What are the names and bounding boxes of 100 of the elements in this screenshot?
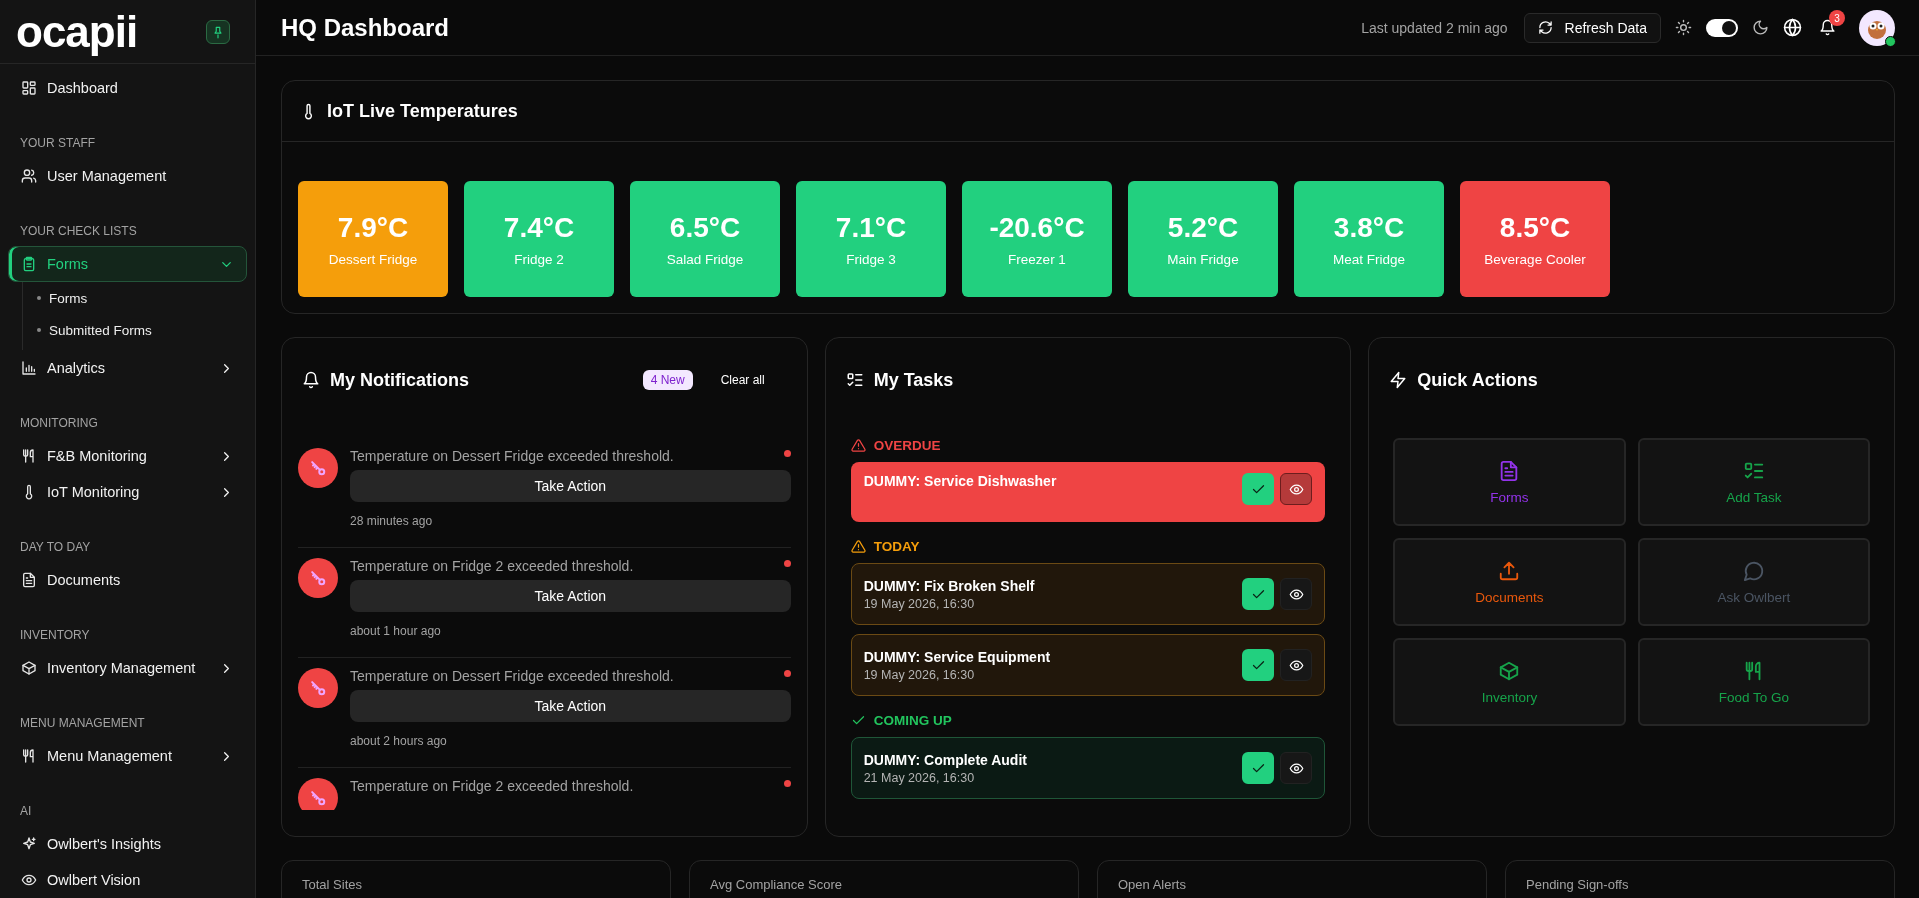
refresh-icon (1537, 20, 1553, 35)
notification-time: about 1 hour ago (350, 624, 442, 638)
notifications-button[interactable]: 3 (1816, 10, 1845, 38)
language-button[interactable] (1783, 18, 1802, 37)
nav-item[interactable]: Forms (8, 246, 247, 282)
quick-action-button[interactable]: Documents (1393, 538, 1626, 626)
card-title: IoT Live Temperatures (327, 100, 518, 122)
card-title: Quick Actions (1417, 369, 1538, 391)
view-button[interactable] (1280, 752, 1313, 784)
nav-subitem[interactable]: Forms (37, 282, 247, 314)
task-due-date: 19 May 2026, 16:30 (863, 667, 976, 682)
take-action-button[interactable]: Take Action (350, 690, 791, 722)
nav-section-heading: INVENTORY (20, 628, 91, 642)
quick-action-button[interactable]: Forms (1393, 438, 1626, 526)
sensor-name: Freezer 1 (1008, 251, 1066, 267)
nav-icon (21, 572, 37, 588)
task-card[interactable]: DUMMY: Service Equipment 19 May 2026, 16:30 (850, 634, 1326, 696)
sensor-name: Beverage Cooler (1484, 251, 1586, 267)
card-title: My Notifications (330, 369, 469, 391)
complete-button[interactable] (1242, 649, 1275, 681)
nav-section-heading: MONITORING (20, 416, 99, 430)
notification-message: Temperature on Dessert Fridge exceeded threshold. (350, 448, 675, 464)
take-action-button[interactable]: Take Action (350, 580, 791, 612)
notification-time: 28 minutes ago (350, 514, 434, 528)
quick-action-button[interactable]: Food To Go (1637, 638, 1870, 726)
task-due-date: 19 May 2026, 16:30 (863, 596, 976, 611)
sensor-tile[interactable]: 8.5°C Beverage Cooler (1460, 181, 1610, 297)
temperature-value: 7.9°C (337, 211, 409, 244)
nav-icon (21, 748, 37, 764)
task-title: DUMMY: Service Dishwasher (863, 473, 1058, 489)
view-button[interactable] (1280, 649, 1313, 681)
refresh-button[interactable]: Refresh Data (1523, 12, 1661, 43)
temperature-value: 7.4°C (503, 211, 575, 244)
task-group-label: OVERDUE (850, 438, 1326, 453)
task-title: DUMMY: Complete Audit (863, 751, 1028, 768)
quick-action-button[interactable]: Add Task (1637, 438, 1870, 526)
nav-item[interactable]: User Management (8, 158, 247, 194)
nav-section-heading: MENU MANAGEMENT (20, 716, 146, 730)
task-group-label: COMING UP (850, 713, 1326, 728)
notification-message: Temperature on Fridge 2 exceeded threshold. (350, 558, 635, 574)
take-action-button[interactable]: Take Action (350, 470, 791, 502)
warning-icon (850, 539, 866, 554)
sensor-name: Fridge 3 (846, 251, 896, 267)
nav-item[interactable]: Owlbert Vision (8, 862, 247, 898)
last-updated-text: Last updated 2 min ago (1361, 19, 1508, 36)
lightning-icon (1389, 371, 1408, 389)
pin-button[interactable] (206, 19, 230, 44)
nav-section-heading: AI (20, 804, 33, 818)
stat-label: Total Sites (302, 877, 362, 892)
notification-message: Temperature on Dessert Fridge exceeded threshold. (350, 668, 675, 684)
nav-item[interactable]: Analytics (8, 350, 247, 386)
view-button[interactable] (1280, 578, 1313, 610)
task-card[interactable]: DUMMY: Service Dishwasher (850, 462, 1326, 522)
nav-item[interactable]: Dashboard (8, 70, 247, 106)
task-due-date: 21 May 2026, 16:30 (863, 770, 976, 785)
eye-icon (1288, 586, 1304, 602)
stat-label: Avg Compliance Score (710, 877, 842, 892)
view-button[interactable] (1280, 473, 1313, 505)
nav-item[interactable]: Documents (8, 562, 247, 598)
clear-all-button[interactable]: Clear all (714, 372, 771, 388)
stat-label: Open Alerts (1118, 877, 1186, 892)
nav-section-heading: YOUR CHECK LISTS (20, 224, 138, 238)
task-card[interactable]: DUMMY: Complete Audit 21 May 2026, 16:30 (850, 737, 1326, 799)
complete-button[interactable] (1242, 578, 1275, 610)
action-icon (1498, 659, 1521, 682)
nav-icon (21, 80, 37, 96)
nav-icon (21, 872, 37, 888)
temperature-value: 7.1°C (835, 211, 907, 244)
temperature-value: 8.5°C (1499, 211, 1571, 244)
nav-item[interactable]: Menu Management (8, 738, 247, 774)
nav-item[interactable]: F&B Monitoring (8, 438, 247, 474)
nav-item[interactable]: Inventory Management (8, 650, 247, 686)
nav-icon (21, 256, 37, 272)
nav-icon (21, 660, 37, 676)
nav-item[interactable]: Owlbert's Insights (8, 826, 247, 862)
nav-icon (21, 836, 37, 852)
brand-logo: ocapii (16, 6, 138, 57)
action-icon (1742, 559, 1765, 582)
new-count-badge: 4 New (642, 370, 693, 390)
stat-label: Pending Sign-offs (1526, 877, 1629, 892)
user-avatar[interactable] (1859, 9, 1895, 46)
nav-item[interactable]: IoT Monitoring (8, 474, 247, 510)
temperature-value: -20.6°C (989, 211, 1085, 244)
sensor-name: Salad Fridge (666, 251, 744, 267)
quick-action-button[interactable]: Inventory (1393, 638, 1626, 726)
eye-icon (1288, 657, 1304, 673)
task-group-label: TODAY (850, 539, 1326, 554)
complete-button[interactable] (1242, 752, 1275, 784)
theme-toggle[interactable] (1706, 18, 1738, 37)
checklist-icon (845, 371, 864, 389)
task-card[interactable]: DUMMY: Fix Broken Shelf 19 May 2026, 16:30 (850, 563, 1326, 625)
sensor-name: Meat Fridge (1333, 251, 1405, 267)
task-title: DUMMY: Fix Broken Shelf (863, 577, 1036, 594)
sun-icon (1675, 19, 1692, 36)
notification-message: Temperature on Fridge 2 exceeded threshold. (350, 778, 635, 794)
temperature-value: 3.8°C (1333, 211, 1405, 244)
nav-subitem[interactable]: Submitted Forms (37, 314, 247, 346)
sensor-name: Dessert Fridge (328, 251, 418, 267)
globe-icon (1783, 18, 1802, 37)
warning-icon (850, 438, 866, 453)
